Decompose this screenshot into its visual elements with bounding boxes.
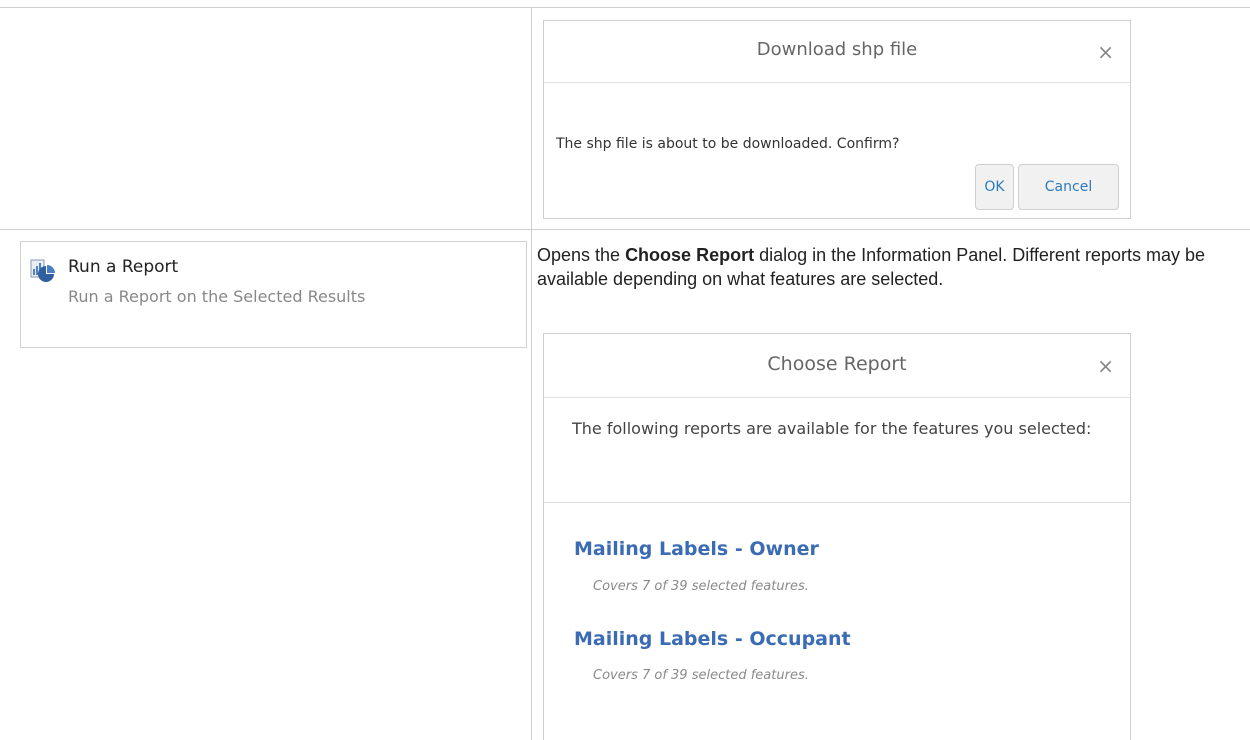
download-dialog-message: The shp file is about to be downloaded. … [556, 136, 900, 152]
cancel-button[interactable]: Cancel [1018, 164, 1119, 210]
report-note-owner: Covers 7 of 39 selected features. [593, 579, 809, 594]
table-rule-middle [0, 229, 1250, 230]
table-rule-top [0, 7, 1250, 8]
download-dialog: Download shp file × The shp file is abou… [543, 20, 1131, 219]
report-link-occupant[interactable]: Mailing Labels - Occupant [574, 628, 851, 650]
description-text-1: Opens the [537, 245, 626, 265]
description-bold: Choose Report [625, 245, 755, 265]
choose-report-header: Choose Report × [544, 334, 1130, 398]
choose-report-title: Choose Report [767, 353, 907, 375]
close-icon[interactable]: × [1097, 42, 1114, 62]
download-dialog-header: Download shp file × [544, 21, 1130, 83]
report-chart-icon [30, 259, 55, 282]
choose-report-dialog: Choose Report × The following reports ar… [543, 333, 1131, 740]
run-report-title: Run a Report [68, 257, 179, 277]
download-dialog-title: Download shp file [756, 39, 918, 60]
run-report-subtitle: Run a Report on the Selected Results [68, 287, 366, 306]
report-note-occupant: Covers 7 of 39 selected features. [593, 668, 809, 683]
close-icon[interactable]: × [1097, 356, 1114, 376]
report-link-owner[interactable]: Mailing Labels - Owner [574, 538, 819, 560]
report-description: Opens the Choose Report dialog in the In… [537, 243, 1237, 291]
table-rule-column [531, 7, 532, 740]
ok-button[interactable]: OK [975, 164, 1014, 210]
choose-report-intro: The following reports are available for … [572, 419, 1092, 438]
divider [544, 502, 1130, 503]
